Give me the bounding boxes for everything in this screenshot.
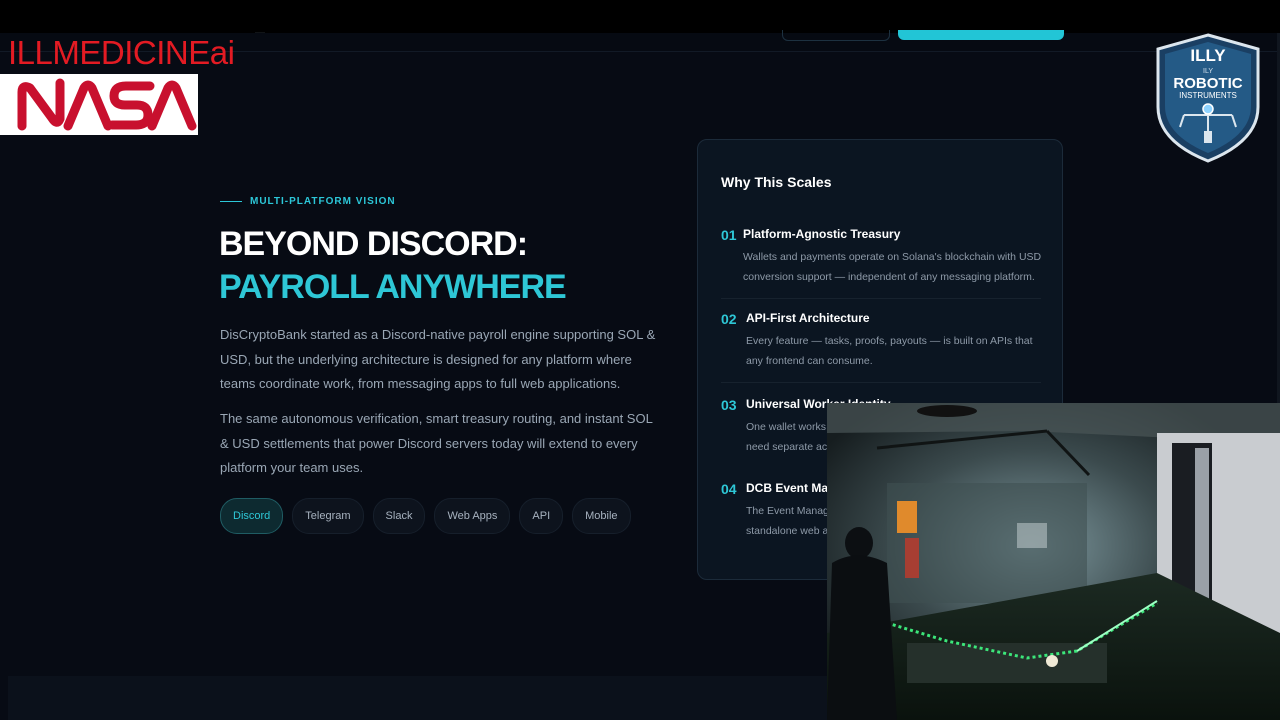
header-nav-text: ····· (255, 30, 265, 36)
item-title: Platform-Agnostic Treasury (743, 227, 901, 241)
chip-discord[interactable]: Discord (220, 498, 284, 534)
item-description: The Event Manage standalone web ap (746, 505, 835, 537)
item-number: 01 (721, 227, 737, 243)
section-eyebrow: MULTI-PLATFORM VISION (220, 196, 396, 207)
next-section-band (8, 676, 828, 720)
eyebrow-line (220, 201, 242, 202)
item-description: Every feature — tasks, proofs, payouts —… (746, 335, 1033, 367)
header-cta-button[interactable] (898, 30, 1064, 40)
item-description: Wallets and payments operate on Solana's… (743, 251, 1042, 283)
chip-slack[interactable]: Slack (372, 498, 426, 534)
item-title: API-First Architecture (746, 311, 870, 325)
hero-paragraph-2: The same autonomous verification, smart … (220, 411, 653, 475)
divider (721, 382, 1041, 383)
chip-telegram[interactable]: Telegram (292, 498, 364, 534)
webcam-overlay (827, 403, 1280, 720)
item-number: 04 (721, 481, 737, 497)
header-secondary-button[interactable] (782, 30, 890, 41)
hero-paragraph-1: DisCryptoBank started as a Discord-nativ… (220, 327, 656, 391)
top-black-strip (0, 0, 1280, 33)
badge-small-text: ILY (1203, 68, 1213, 75)
illmedicine-brand-text: ILLMEDICINEai (8, 34, 235, 71)
chip-web-apps[interactable]: Web Apps (434, 498, 511, 534)
eyebrow-text: MULTI-PLATFORM VISION (250, 196, 396, 207)
badge-bottom-text: INSTRUMENTS (1179, 91, 1237, 100)
divider (721, 298, 1041, 299)
badge-middle-text: ROBOTIC (1173, 75, 1242, 92)
chip-mobile[interactable]: Mobile (572, 498, 631, 534)
nasa-logo (0, 74, 198, 135)
hero-title-line1: BEYOND DISCORD: (219, 225, 528, 263)
item-description: One wallet works a need separate acc (746, 421, 835, 453)
hero-title-line2: PAYROLL ANYWHERE (219, 268, 567, 306)
illy-robotic-instruments-badge: ILLY ILY ROBOTIC INSTRUMENTS (1154, 33, 1262, 163)
item-number: 03 (721, 397, 737, 413)
badge-top-text: ILLY (1190, 46, 1226, 65)
card-title: Why This Scales (721, 174, 832, 190)
platform-chips: Discord Telegram Slack Web Apps API Mobi… (220, 498, 631, 534)
chip-api[interactable]: API (519, 498, 564, 534)
item-number: 02 (721, 311, 737, 327)
